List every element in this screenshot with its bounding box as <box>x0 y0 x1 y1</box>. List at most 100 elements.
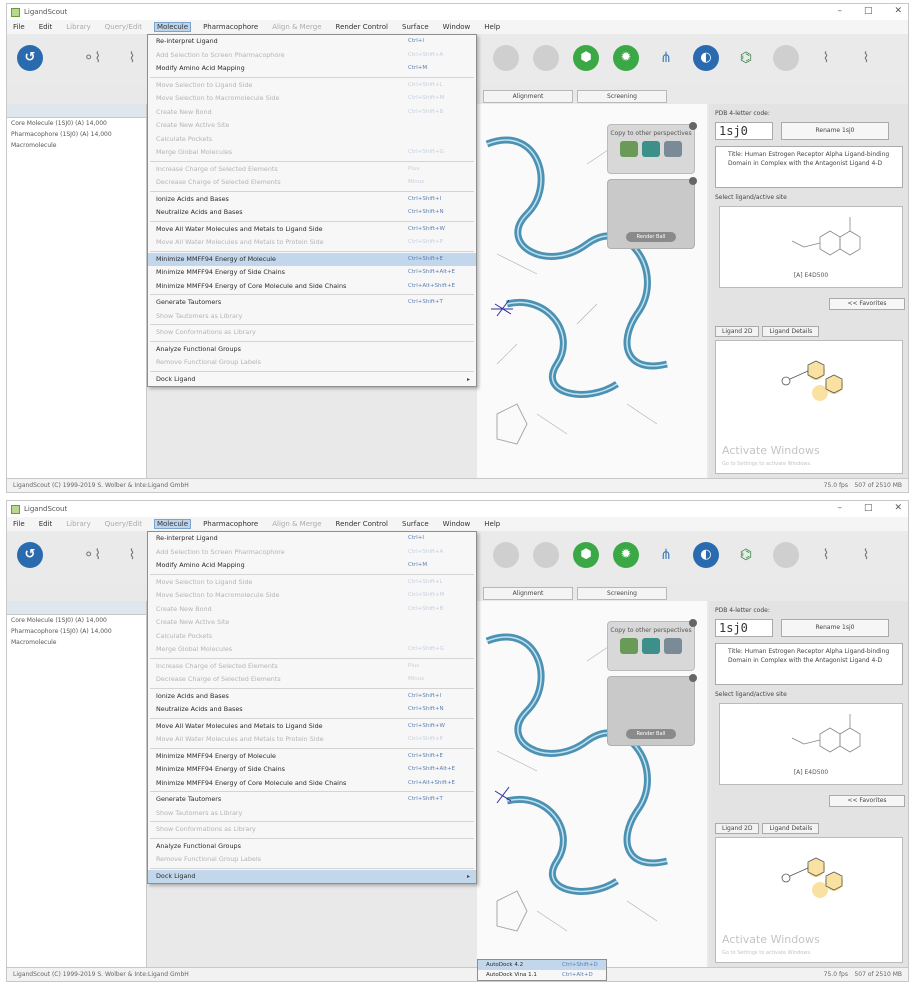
tree-item-core-molecule[interactable]: Core Molecule (1SJ0) (A) 14,000 <box>7 615 146 626</box>
render-ball-button[interactable]: Render Ball <box>626 729 676 739</box>
tree-item-macromolecule[interactable]: Macromolecule <box>7 637 146 648</box>
molecule-icon[interactable]: ⌬ <box>733 45 759 71</box>
close-icon[interactable]: ✕ <box>894 6 902 16</box>
molecule-icon[interactable]: ⌇ <box>813 542 839 568</box>
menu-item-generate-tautomers[interactable]: Generate Tautomers Ctrl+Shift+T <box>148 793 476 807</box>
menu-query-edit[interactable]: Query/Edit <box>103 520 144 528</box>
minimize-icon[interactable]: – <box>837 503 842 513</box>
tab-screening[interactable]: Screening <box>577 587 667 600</box>
menu-item-calculate-pockets[interactable]: Calculate Pockets <box>148 630 476 644</box>
menu-item-generate-tautomers[interactable]: Generate Tautomers Ctrl+Shift+T <box>148 296 476 310</box>
menu-item-minimize-core-and-side[interactable]: Minimize MMFF94 Energy of Core Molecule … <box>148 777 476 791</box>
minimize-icon[interactable]: – <box>837 6 842 16</box>
menu-item-show-conformations[interactable]: Show Conformations as Library <box>148 326 476 340</box>
rename-button[interactable]: Rename 1sj0 <box>781 122 889 140</box>
menu-item-create-active-site[interactable]: Create New Active Site <box>148 616 476 630</box>
menu-item-minimize-side-chains[interactable]: Minimize MMFF94 Energy of Side Chains Ctr… <box>148 763 476 777</box>
menu-file[interactable]: File <box>11 520 27 528</box>
menu-item-water-to-ligand[interactable]: Move All Water Molecules and Metals to L… <box>148 720 476 734</box>
molecule-icon[interactable]: ⌇ <box>853 45 879 71</box>
green-icon[interactable]: ⬢ <box>573 542 599 568</box>
render-ball-button[interactable]: Render Ball <box>626 232 676 242</box>
menu-item-add-selection[interactable]: Add Selection to Screen Pharmacophore Ctr… <box>148 546 476 560</box>
perspective-icon[interactable] <box>664 141 682 157</box>
menu-item-water-to-ligand[interactable]: Move All Water Molecules and Metals to L… <box>148 223 476 237</box>
menu-item-remove-group-labels[interactable]: Remove Functional Group Labels <box>148 356 476 370</box>
menu-pharmacophore[interactable]: Pharmacophore <box>201 23 260 31</box>
menu-edit[interactable]: Edit <box>37 23 55 31</box>
green-icon[interactable]: ✹ <box>613 45 639 71</box>
menu-item-show-tautomers[interactable]: Show Tautomers as Library <box>148 310 476 324</box>
ligand-selector[interactable]: [A] E4D500 <box>719 703 903 785</box>
tab-alignment[interactable]: Alignment <box>483 90 573 103</box>
menu-help[interactable]: Help <box>482 23 502 31</box>
menu-item-modify-amino-acid[interactable]: Modify Amino Acid Mapping Ctrl+M <box>148 62 476 76</box>
menu-item-move-to-macromolecule[interactable]: Move Selection to Macromolecule Side Ctrl… <box>148 589 476 603</box>
menu-item-remove-group-labels[interactable]: Remove Functional Group Labels <box>148 853 476 867</box>
menu-item-move-to-ligand[interactable]: Move Selection to Ligand Side Ctrl+Shift+… <box>148 576 476 590</box>
tree-item-macromolecule[interactable]: Macromolecule <box>7 140 146 151</box>
disabled-icon[interactable] <box>773 45 799 71</box>
menu-surface[interactable]: Surface <box>400 520 431 528</box>
back-icon[interactable]: ↺ <box>17 542 43 568</box>
tab-alignment[interactable]: Alignment <box>483 587 573 600</box>
menu-query-edit[interactable]: Query/Edit <box>103 23 144 31</box>
menu-library[interactable]: Library <box>64 23 92 31</box>
molecule-icon[interactable]: ⌬ <box>733 542 759 568</box>
favorites-button[interactable]: << Favorites <box>829 298 905 310</box>
menu-item-create-bond[interactable]: Create New Bond Ctrl+Shift+B <box>148 106 476 120</box>
menu-item-autodock-vina[interactable]: AutoDock Vina 1.1 Ctrl+Alt+D <box>478 970 606 980</box>
disabled-icon[interactable] <box>773 542 799 568</box>
menu-item-minimize-molecule[interactable]: Minimize MMFF94 Energy of Molecule Ctrl+S… <box>148 750 476 764</box>
ligand-selector[interactable]: [A] E4D500 <box>719 206 903 288</box>
molecule-icon[interactable]: ⚬⌇ <box>79 542 105 568</box>
menu-item-minimize-core-and-side[interactable]: Minimize MMFF94 Energy of Core Molecule … <box>148 280 476 294</box>
perspective-icon[interactable] <box>642 638 660 654</box>
green-icon[interactable]: ✹ <box>613 542 639 568</box>
menu-item-neutralize[interactable]: Neutralize Acids and Bases Ctrl+Shift+N <box>148 703 476 717</box>
close-icon[interactable] <box>689 674 697 682</box>
perspective-icon[interactable] <box>620 638 638 654</box>
menu-align-merge[interactable]: Align & Merge <box>270 520 323 528</box>
disabled-icon[interactable] <box>493 542 519 568</box>
network-icon[interactable]: ⋔ <box>653 542 679 568</box>
3d-viewer[interactable]: Copy to other perspectives Render Ball <box>477 104 707 478</box>
menu-item-decrease-charge[interactable]: Decrease Charge of Selected Elements Minu… <box>148 176 476 190</box>
blue-icon[interactable]: ◐ <box>693 542 719 568</box>
pdb-code-field[interactable]: 1sj0 <box>715 619 773 637</box>
menu-item-show-tautomers[interactable]: Show Tautomers as Library <box>148 807 476 821</box>
menu-item-reinterpret-ligand[interactable]: Re-interpret Ligand Ctrl+I <box>148 35 476 49</box>
menu-item-modify-amino-acid[interactable]: Modify Amino Acid Mapping Ctrl+M <box>148 559 476 573</box>
favorites-button[interactable]: << Favorites <box>829 795 905 807</box>
menu-edit[interactable]: Edit <box>37 520 55 528</box>
menu-surface[interactable]: Surface <box>400 23 431 31</box>
menu-item-move-to-ligand[interactable]: Move Selection to Ligand Side Ctrl+Shift+… <box>148 79 476 93</box>
menu-item-increase-charge[interactable]: Increase Charge of Selected Elements Plus <box>148 163 476 177</box>
perspective-icon[interactable] <box>664 638 682 654</box>
back-icon[interactable]: ↺ <box>17 45 43 71</box>
perspective-icon[interactable] <box>620 141 638 157</box>
rename-button[interactable]: Rename 1sj0 <box>781 619 889 637</box>
tree-item-core-molecule[interactable]: Core Molecule (1SJ0) (A) 14,000 <box>7 118 146 129</box>
menu-item-ionize[interactable]: Ionize Acids and Bases Ctrl+Shift+I <box>148 193 476 207</box>
menu-item-move-to-macromolecule[interactable]: Move Selection to Macromolecule Side Ctrl… <box>148 92 476 106</box>
menu-item-merge-global[interactable]: Merge Global Molecules Ctrl+Shift+G <box>148 643 476 657</box>
menu-item-merge-global[interactable]: Merge Global Molecules Ctrl+Shift+G <box>148 146 476 160</box>
menu-render-control[interactable]: Render Control <box>334 23 390 31</box>
menu-item-show-conformations[interactable]: Show Conformations as Library <box>148 823 476 837</box>
3d-viewer[interactable]: Copy to other perspectives Render Ball <box>477 601 707 967</box>
menu-item-create-bond[interactable]: Create New Bond Ctrl+Shift+B <box>148 603 476 617</box>
tab-ligand-2d[interactable]: Ligand 2D <box>715 823 760 834</box>
maximize-icon[interactable]: □ <box>864 6 873 16</box>
menu-item-calculate-pockets[interactable]: Calculate Pockets <box>148 133 476 147</box>
disabled-icon[interactable] <box>493 45 519 71</box>
perspective-icon[interactable] <box>642 141 660 157</box>
tab-ligand-2d[interactable]: Ligand 2D <box>715 326 760 337</box>
tab-screening[interactable]: Screening <box>577 90 667 103</box>
menu-pharmacophore[interactable]: Pharmacophore <box>201 520 260 528</box>
maximize-icon[interactable]: □ <box>864 503 873 513</box>
menu-item-minimize-side-chains[interactable]: Minimize MMFF94 Energy of Side Chains Ctr… <box>148 266 476 280</box>
menu-render-control[interactable]: Render Control <box>334 520 390 528</box>
tab-ligand-details[interactable]: Ligand Details <box>762 326 820 337</box>
menu-window[interactable]: Window <box>441 23 473 31</box>
